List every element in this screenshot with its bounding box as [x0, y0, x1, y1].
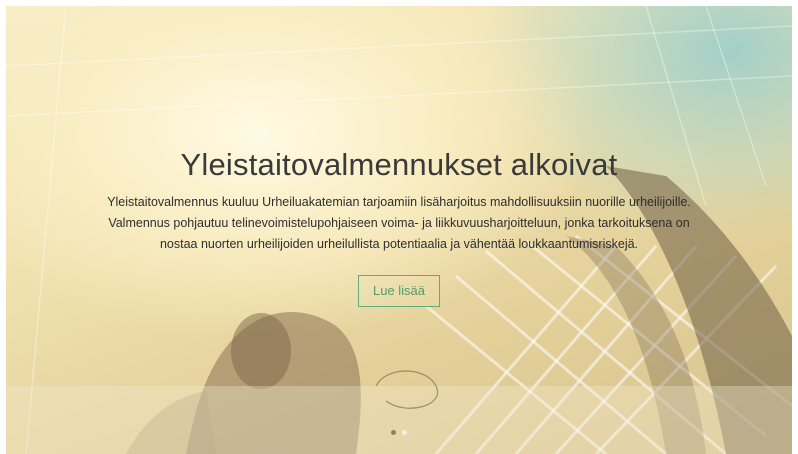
hero-title: Yleistaitovalmennukset alkoivat — [180, 147, 618, 182]
slider-dot-1[interactable] — [391, 430, 396, 435]
slider-dot-2[interactable] — [402, 430, 407, 435]
read-more-button[interactable]: Lue lisää — [357, 275, 441, 307]
hero-slider: Yleistaitovalmennukset alkoivat Yleistai… — [6, 6, 792, 454]
slider-pagination — [6, 430, 792, 435]
hero-content: Yleistaitovalmennukset alkoivat Yleistai… — [6, 144, 792, 307]
hero-description: Yleistaitovalmennus kuuluu Urheiluakatem… — [107, 195, 691, 251]
